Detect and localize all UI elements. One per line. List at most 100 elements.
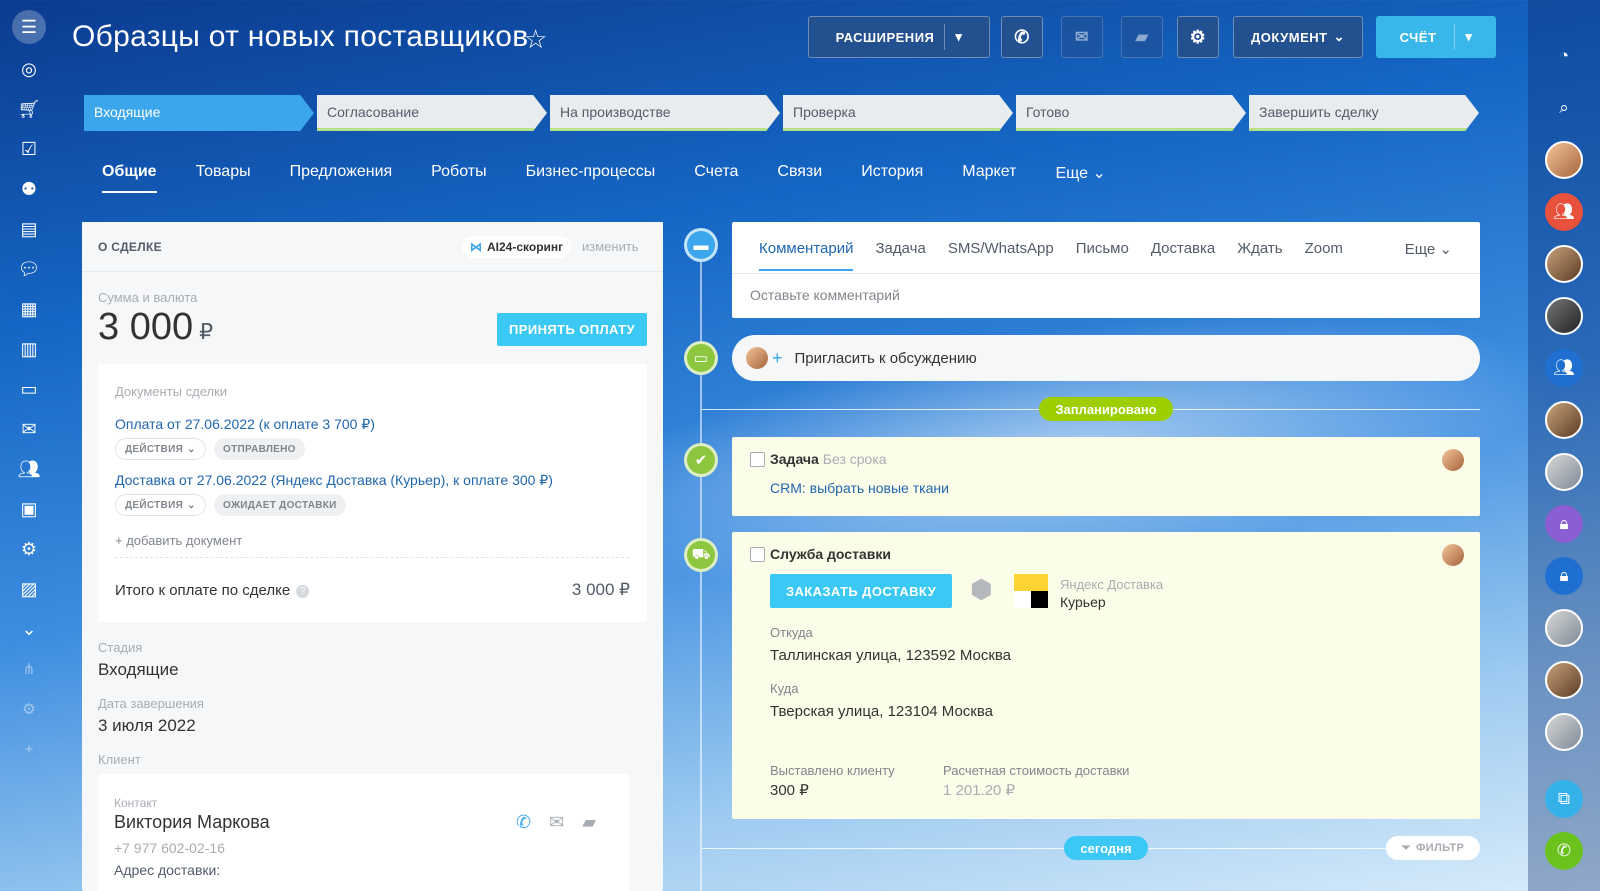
- chevron-down-icon[interactable]: ▾: [1465, 29, 1472, 45]
- avatar[interactable]: [1545, 609, 1583, 647]
- tab-general[interactable]: Общие: [102, 163, 157, 193]
- copy-icon[interactable]: ⧉: [1545, 780, 1583, 818]
- tab-zoom[interactable]: Zoom: [1305, 240, 1343, 271]
- filter-button[interactable]: ⏷ ФИЛЬТР: [1386, 836, 1480, 860]
- invoice-button[interactable]: СЧЁТ ▾: [1376, 16, 1496, 58]
- contact-name[interactable]: Виктория Маркова: [114, 812, 270, 833]
- stage-check[interactable]: Проверка: [783, 95, 1013, 131]
- contact-phone[interactable]: +7 977 602-02-16: [114, 840, 225, 856]
- documents-icon[interactable]: ▥: [14, 334, 44, 364]
- contact-label: Контакт: [114, 796, 158, 810]
- stage-label: Согласование: [327, 103, 419, 120]
- document-button[interactable]: ДОКУМЕНТ ⌄: [1233, 16, 1363, 58]
- invite-to-discussion[interactable]: + Пригласить к обсуждению: [732, 335, 1480, 381]
- email-button[interactable]: ✉: [1061, 16, 1103, 58]
- avatar[interactable]: [1545, 297, 1583, 335]
- tasks-check-icon[interactable]: ☑: [14, 134, 44, 164]
- tab-wait[interactable]: Ждать: [1237, 240, 1282, 271]
- phone-button[interactable]: ✆: [1001, 16, 1043, 58]
- chat-icon[interactable]: ▰: [582, 812, 596, 833]
- tab-market[interactable]: Маркет: [962, 163, 1016, 193]
- settings-icon[interactable]: ⚙: [14, 694, 44, 724]
- phone-icon[interactable]: ✆: [516, 812, 531, 833]
- extensions-button[interactable]: РАСШИРЕНИЯ ▾: [808, 16, 990, 58]
- stage-approval[interactable]: Согласование: [317, 95, 547, 131]
- help-icon[interactable]: ?: [296, 584, 310, 598]
- ai-scoring-badge[interactable]: ⋈ AI24-скоринг: [462, 236, 572, 258]
- crm-icon[interactable]: ⚉: [14, 174, 44, 204]
- tab-task[interactable]: Задача: [875, 240, 925, 271]
- avatar[interactable]: [1545, 141, 1583, 179]
- comment-input[interactable]: Оставьте комментарий: [750, 287, 900, 303]
- actions-label: ДЕЙСТВИЯ: [125, 499, 184, 511]
- tab-sms-whatsapp[interactable]: SMS/WhatsApp: [948, 240, 1054, 271]
- stage-done[interactable]: Готово: [1016, 95, 1246, 131]
- search-icon[interactable]: ⌕: [1545, 89, 1583, 127]
- sum-label: Сумма и валюта: [98, 290, 198, 305]
- avatar[interactable]: [1545, 453, 1583, 491]
- chat-icon[interactable]: 💬︎: [14, 254, 44, 284]
- mail-icon[interactable]: ✉: [549, 812, 564, 833]
- actions-dropdown[interactable]: ДЕЙСТВИЯ ⌄: [115, 494, 206, 516]
- mail-icon[interactable]: ✉: [14, 414, 44, 444]
- task-checkbox[interactable]: [750, 452, 765, 467]
- tab-delivery[interactable]: Доставка: [1151, 240, 1215, 271]
- tab-invoices[interactable]: Счета: [694, 163, 738, 193]
- order-delivery-button[interactable]: ЗАКАЗАТЬ ДОСТАВКУ: [770, 574, 952, 608]
- avatar[interactable]: [1545, 401, 1583, 439]
- avatar[interactable]: [1545, 245, 1583, 283]
- sitemap-icon[interactable]: ⋔: [14, 654, 44, 684]
- phone-call-icon[interactable]: ✆: [1545, 832, 1583, 870]
- calendar-icon[interactable]: ▦: [14, 294, 44, 324]
- tab-business-processes[interactable]: Бизнес-процессы: [526, 163, 656, 193]
- avatar[interactable]: [1442, 544, 1464, 566]
- target-icon[interactable]: ◎: [14, 54, 44, 84]
- lock-icon[interactable]: 🔒︎: [1545, 505, 1583, 543]
- payment-document-link[interactable]: Оплата от 27.06.2022 (к оплате 3 700 ₽): [115, 416, 375, 433]
- actions-dropdown[interactable]: ДЕЙСТВИЯ ⌄: [115, 438, 206, 460]
- tab-products[interactable]: Товары: [196, 163, 251, 193]
- status-badge: ОТПРАВЛЕНО: [214, 438, 305, 460]
- chat-button[interactable]: ▰: [1121, 16, 1163, 58]
- more-down-icon[interactable]: ⌄: [14, 614, 44, 644]
- tab-offers[interactable]: Предложения: [290, 163, 393, 193]
- drive-icon[interactable]: ▭: [14, 374, 44, 404]
- contact-card-icon[interactable]: ▣: [14, 494, 44, 524]
- menu-filter-icon[interactable]: ☰: [12, 10, 46, 44]
- robot-icon[interactable]: ⚙: [14, 534, 44, 564]
- group-chat-icon[interactable]: 👥︎: [1545, 193, 1583, 231]
- star-icon[interactable]: ☆: [524, 24, 547, 55]
- change-link[interactable]: изменить: [582, 239, 639, 254]
- task-deadline: Без срока: [822, 451, 887, 467]
- team-icon[interactable]: 👥︎: [1545, 349, 1583, 387]
- stage-production[interactable]: На производстве: [550, 95, 780, 131]
- avatar[interactable]: [1545, 661, 1583, 699]
- lock-icon[interactable]: 🔒︎: [1545, 557, 1583, 595]
- tab-more-label: Еще: [1055, 165, 1088, 182]
- avatar[interactable]: [1545, 713, 1583, 751]
- avatar[interactable]: [1442, 449, 1464, 471]
- delivery-document-link[interactable]: Доставка от 27.06.2022 (Яндекс Доставка …: [115, 472, 553, 489]
- stage-close-deal[interactable]: Завершить сделку: [1249, 95, 1479, 131]
- tab-robots[interactable]: Роботы: [431, 163, 486, 193]
- add-icon[interactable]: +: [14, 734, 44, 764]
- task-link[interactable]: CRM: выбрать новые ткани: [770, 480, 949, 496]
- tab-links[interactable]: Связи: [777, 163, 822, 193]
- chat-bubble-icon[interactable]: ◔: [1545, 37, 1583, 75]
- chevron-down-icon[interactable]: ▾: [955, 29, 962, 45]
- cart-icon[interactable]: 🛒︎: [14, 94, 44, 124]
- delivery-checkbox[interactable]: [750, 547, 765, 562]
- stage-incoming[interactable]: Входящие: [84, 95, 314, 131]
- add-document-link[interactable]: + добавить документ: [115, 533, 242, 548]
- tab-more[interactable]: Еще ⌄: [1055, 163, 1105, 193]
- accept-payment-button[interactable]: ПРИНЯТЬ ОПЛАТУ: [497, 313, 647, 346]
- feed-icon[interactable]: ▤: [14, 214, 44, 244]
- tab-comment[interactable]: Комментарий: [759, 240, 854, 271]
- tab-email[interactable]: Письмо: [1076, 240, 1129, 271]
- tab-history[interactable]: История: [861, 163, 923, 193]
- divider: [732, 273, 1480, 274]
- settings-button[interactable]: ⚙: [1177, 16, 1219, 58]
- composer-more-button[interactable]: Еще ⌄: [1405, 240, 1452, 258]
- store-icon[interactable]: ▨: [14, 574, 44, 604]
- users-icon[interactable]: 👥︎: [14, 454, 44, 484]
